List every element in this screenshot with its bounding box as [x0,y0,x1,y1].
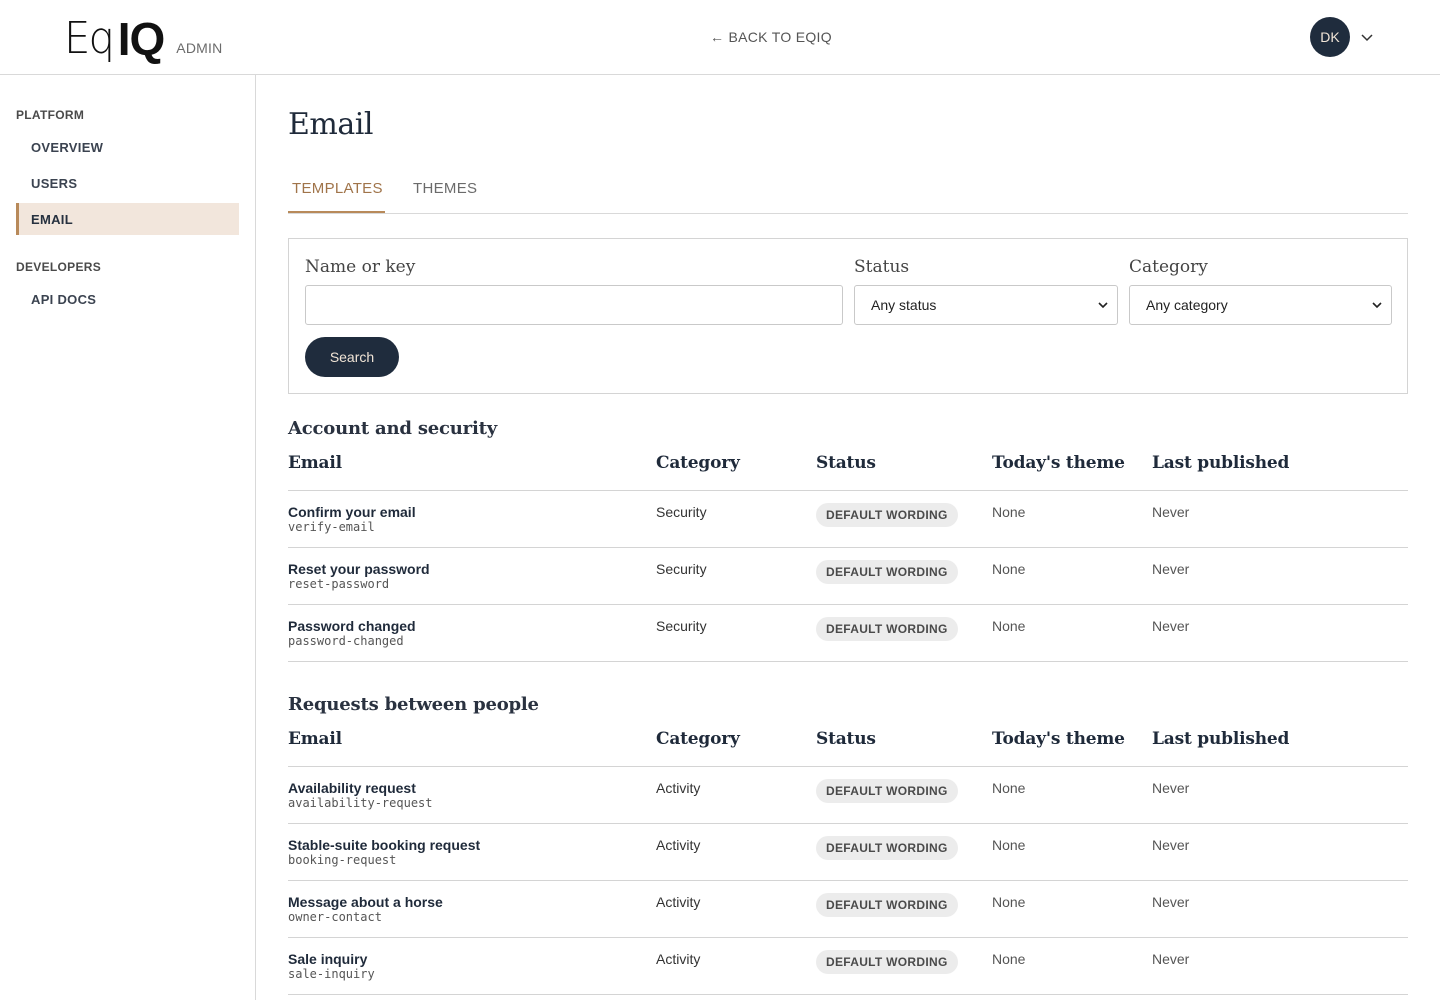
column-header-theme: Today's theme [992,453,1125,473]
group-title-account-security: Account and security [288,418,497,439]
email-theme: None [992,618,1026,634]
column-header-last-published: Last published [1152,729,1290,749]
email-category: Activity [656,894,701,910]
email-category: Security [656,561,707,577]
filter-panel: Name or key Status Any status Category A… [288,238,1408,394]
back-to-eqiq-link[interactable]: ← BACK TO EQIQ [710,29,832,45]
name-or-key-input[interactable] [305,285,843,325]
column-header-email: Email [288,729,342,749]
email-key: verify-email [288,520,375,534]
logo-admin-label: ADMIN [176,40,223,56]
chevron-down-icon [1098,302,1108,309]
sidebar-section-platform: PLATFORM [16,108,85,122]
sidebar: PLATFORM OVERVIEW USERS EMAIL DEVELOPERS… [0,75,256,1000]
status-badge: DEFAULT WORDING [816,617,958,641]
table-header: Email Category Status Today's theme Last… [288,451,1408,491]
status-badge: DEFAULT WORDING [816,503,958,527]
email-category: Activity [656,780,701,796]
status-badge: DEFAULT WORDING [816,893,958,917]
column-header-category: Category [656,729,740,749]
category-select-value: Any category [1146,297,1228,313]
email-key: reset-password [288,577,390,591]
email-name-link[interactable]: Stable-suite booking request [288,837,480,853]
email-theme: None [992,894,1026,910]
status-filter-label: Status [854,257,910,277]
category-filter-label: Category [1129,257,1208,277]
column-header-category: Category [656,453,740,473]
email-theme: None [992,837,1026,853]
group-title-requests-between-people: Requests between people [288,694,539,715]
column-header-theme: Today's theme [992,729,1125,749]
column-header-last-published: Last published [1152,453,1290,473]
email-key: availability-request [288,796,433,810]
sidebar-item-api-docs[interactable]: API DOCS [16,283,239,315]
table-row[interactable]: Password changed password-changed Securi… [288,605,1408,662]
email-table-account-security: Email Category Status Today's theme Last… [288,451,1408,662]
email-key: owner-contact [288,910,382,924]
tab-templates[interactable]: TEMPLATES [292,180,383,197]
status-badge: DEFAULT WORDING [816,779,958,803]
status-select-value: Any status [871,297,937,313]
email-name-link[interactable]: Reset your password [288,561,430,577]
email-theme: None [992,561,1026,577]
status-badge: DEFAULT WORDING [816,560,958,584]
email-last-published: Never [1152,951,1190,967]
email-name-link[interactable]: Availability request [288,780,416,796]
logo-eq-text: Eq [64,13,115,64]
eqiq-logo[interactable]: Eq IQ ADMIN [64,13,223,65]
table-header: Email Category Status Today's theme Last… [288,727,1408,767]
email-name-link[interactable]: Password changed [288,618,416,634]
email-last-published: Never [1152,618,1190,634]
table-row[interactable]: Sale inquiry sale-inquiry Activity DEFAU… [288,938,1408,995]
table-row[interactable]: Stable-suite booking request booking-req… [288,824,1408,881]
logo-iq-text: IQ [117,13,166,65]
status-badge: DEFAULT WORDING [816,836,958,860]
sidebar-item-overview[interactable]: OVERVIEW [16,131,239,163]
email-key: password-changed [288,634,404,648]
search-button[interactable]: Search [305,337,399,377]
status-badge: DEFAULT WORDING [816,950,958,974]
email-category: Security [656,504,707,520]
email-theme: None [992,951,1026,967]
column-header-status: Status [816,453,876,473]
chevron-down-icon [1372,302,1382,309]
email-last-published: Never [1152,837,1190,853]
tab-themes[interactable]: THEMES [413,180,477,197]
email-name-link[interactable]: Message about a horse [288,894,443,910]
email-last-published: Never [1152,780,1190,796]
email-table-requests: Email Category Status Today's theme Last… [288,727,1408,995]
table-row[interactable]: Confirm your email verify-email Security… [288,491,1408,548]
email-theme: None [992,780,1026,796]
email-name-link[interactable]: Confirm your email [288,504,416,520]
sidebar-item-email[interactable]: EMAIL [16,203,239,235]
status-select[interactable]: Any status [854,285,1118,325]
email-category: Security [656,618,707,634]
category-select[interactable]: Any category [1129,285,1392,325]
email-last-published: Never [1152,561,1190,577]
active-tab-underline [288,211,385,213]
email-theme: None [992,504,1026,520]
tab-bar: TEMPLATES THEMES [288,174,1408,214]
page-title: Email [288,107,373,142]
user-avatar[interactable]: DK [1310,17,1350,57]
email-last-published: Never [1152,894,1190,910]
email-last-published: Never [1152,504,1190,520]
column-header-email: Email [288,453,342,473]
table-row[interactable]: Message about a horse owner-contact Acti… [288,881,1408,938]
sidebar-section-developers: DEVELOPERS [16,260,102,274]
column-header-status: Status [816,729,876,749]
chevron-down-icon[interactable] [1360,30,1374,44]
top-header: Eq IQ ADMIN ← BACK TO EQIQ DK [0,0,1440,75]
email-category: Activity [656,837,701,853]
table-row[interactable]: Availability request availability-reques… [288,767,1408,824]
sidebar-item-users[interactable]: USERS [16,167,239,199]
email-key: booking-request [288,853,397,867]
email-category: Activity [656,951,701,967]
name-or-key-label: Name or key [305,257,416,277]
table-row[interactable]: Reset your password reset-password Secur… [288,548,1408,605]
email-name-link[interactable]: Sale inquiry [288,951,367,967]
email-key: sale-inquiry [288,967,375,981]
